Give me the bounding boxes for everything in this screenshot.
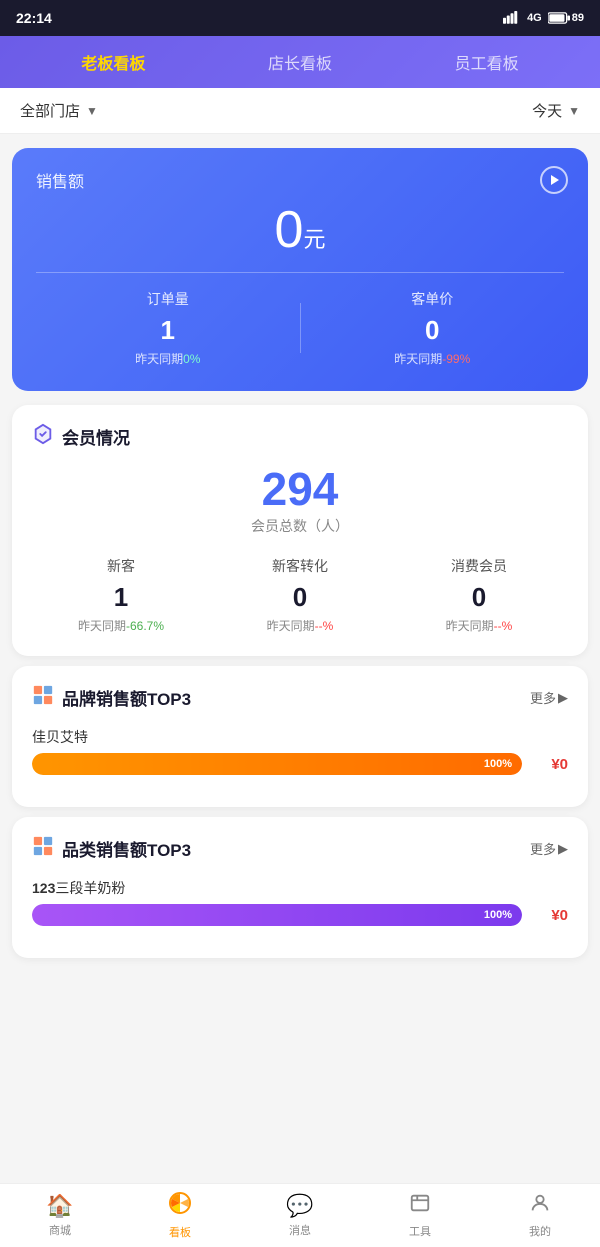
new-convert-stat: 新客转化 0 昨天同期--% (211, 556, 389, 634)
battery-indicator: 89 (548, 12, 584, 24)
bottom-nav-tools[interactable]: 工具 (360, 1192, 480, 1239)
brand-more-link[interactable]: 更多 ▶ (530, 688, 568, 707)
dashboard-icon (168, 1191, 192, 1221)
bottom-nav-mine[interactable]: 我的 (480, 1192, 600, 1239)
category-item-0: 123三段羊奶粉 100% ¥0 (32, 878, 568, 926)
tools-label: 工具 (409, 1223, 431, 1239)
consume-member-stat: 消费会员 0 昨天同期--% (390, 556, 568, 634)
bottom-nav: 🏠 商城 看板 💬 消息 工具 (0, 1183, 600, 1247)
store-filter-arrow: ▼ (86, 104, 98, 118)
message-label: 消息 (289, 1222, 311, 1238)
member-stats: 新客 1 昨天同期-66.7% 新客转化 0 昨天同期--% 消费会员 0 昨天… (32, 556, 568, 634)
brand-bar-track-0: 100% (32, 753, 522, 775)
category-top3-title: 品类销售额TOP3 (62, 836, 191, 861)
store-filter[interactable]: 全部门店 ▼ (20, 100, 98, 121)
brand-top3-header: 品牌销售额TOP3 更多 ▶ (32, 684, 568, 711)
store-icon: 🏠 (46, 1193, 73, 1219)
member-title-row: 会员情况 (32, 423, 130, 450)
category-top3-section: 品类销售额TOP3 更多 ▶ 123三段羊奶粉 100% ¥0 (12, 817, 588, 958)
member-icon (32, 423, 54, 450)
order-count-stat: 订单量 1 昨天同期0% (36, 289, 300, 367)
status-right: 4G 89 (503, 10, 584, 27)
brand-amount-0: ¥0 (532, 756, 568, 773)
brand-bar-fill-0: 100% (32, 753, 522, 775)
tab-staff[interactable]: 员工看板 (439, 42, 535, 82)
sales-divider (36, 272, 564, 273)
brand-top3-title: 品牌销售额TOP3 (62, 685, 191, 710)
mine-label: 我的 (529, 1223, 551, 1239)
sales-amount: 0元 (36, 204, 564, 256)
member-section-header: 会员情况 (32, 423, 568, 450)
category-title-row: 品类销售额TOP3 (32, 835, 191, 862)
date-filter-label: 今天 (532, 100, 562, 121)
member-total: 294 会员总数（人） (32, 466, 568, 536)
status-bar: 22:14 4G 89 (0, 0, 600, 36)
store-filter-label: 全部门店 (20, 100, 80, 121)
date-filter[interactable]: 今天 ▼ (532, 100, 580, 121)
nav-tabs: 老板看板 店长看板 员工看板 (0, 36, 600, 88)
network-indicator (503, 10, 521, 27)
tab-boss[interactable]: 老板看板 (65, 42, 161, 82)
category-bar-track-0: 100% (32, 904, 522, 926)
tools-icon (409, 1192, 431, 1220)
sales-play-button[interactable] (540, 166, 568, 194)
unit-price-stat: 客单价 0 昨天同期-99% (301, 289, 565, 367)
bottom-nav-store[interactable]: 🏠 商城 (0, 1193, 120, 1238)
brand-icon (32, 684, 54, 711)
category-amount-0: ¥0 (532, 907, 568, 924)
category-bar-fill-0: 100% (32, 904, 522, 926)
bottom-nav-message[interactable]: 💬 消息 (240, 1193, 360, 1238)
category-more-link[interactable]: 更多 ▶ (530, 839, 568, 858)
member-count: 294 (32, 466, 568, 512)
member-section: 会员情况 294 会员总数（人） 新客 1 昨天同期-66.7% 新客转化 0 … (12, 405, 588, 656)
category-top3-header: 品类销售额TOP3 更多 ▶ (32, 835, 568, 862)
sales-card: 销售额 0元 订单量 1 昨天同期0% 客单价 0 昨天同期-99% (12, 148, 588, 391)
bottom-nav-dashboard[interactable]: 看板 (120, 1191, 240, 1240)
filter-bar: 全部门店 ▼ 今天 ▼ (0, 88, 600, 134)
message-icon: 💬 (286, 1193, 313, 1219)
sales-card-title: 销售额 (36, 168, 564, 192)
brand-item-0: 佳贝艾特 100% ¥0 (32, 727, 568, 775)
member-total-label: 会员总数（人） (32, 516, 568, 536)
new-customer-stat: 新客 1 昨天同期-66.7% (32, 556, 210, 634)
brand-title-row: 品牌销售额TOP3 (32, 684, 191, 711)
status-time: 22:14 (16, 10, 52, 26)
category-icon (32, 835, 54, 862)
dashboard-label: 看板 (169, 1224, 191, 1240)
member-section-title: 会员情况 (62, 424, 130, 449)
tab-manager[interactable]: 店长看板 (252, 42, 348, 82)
date-filter-arrow: ▼ (568, 104, 580, 118)
bottom-spacer (0, 968, 600, 1038)
mine-icon (529, 1192, 551, 1220)
store-label: 商城 (49, 1222, 71, 1238)
network-type: 4G (527, 12, 542, 24)
brand-top3-section: 品牌销售额TOP3 更多 ▶ 佳贝艾特 100% ¥0 (12, 666, 588, 807)
sales-stats: 订单量 1 昨天同期0% 客单价 0 昨天同期-99% (36, 289, 564, 367)
